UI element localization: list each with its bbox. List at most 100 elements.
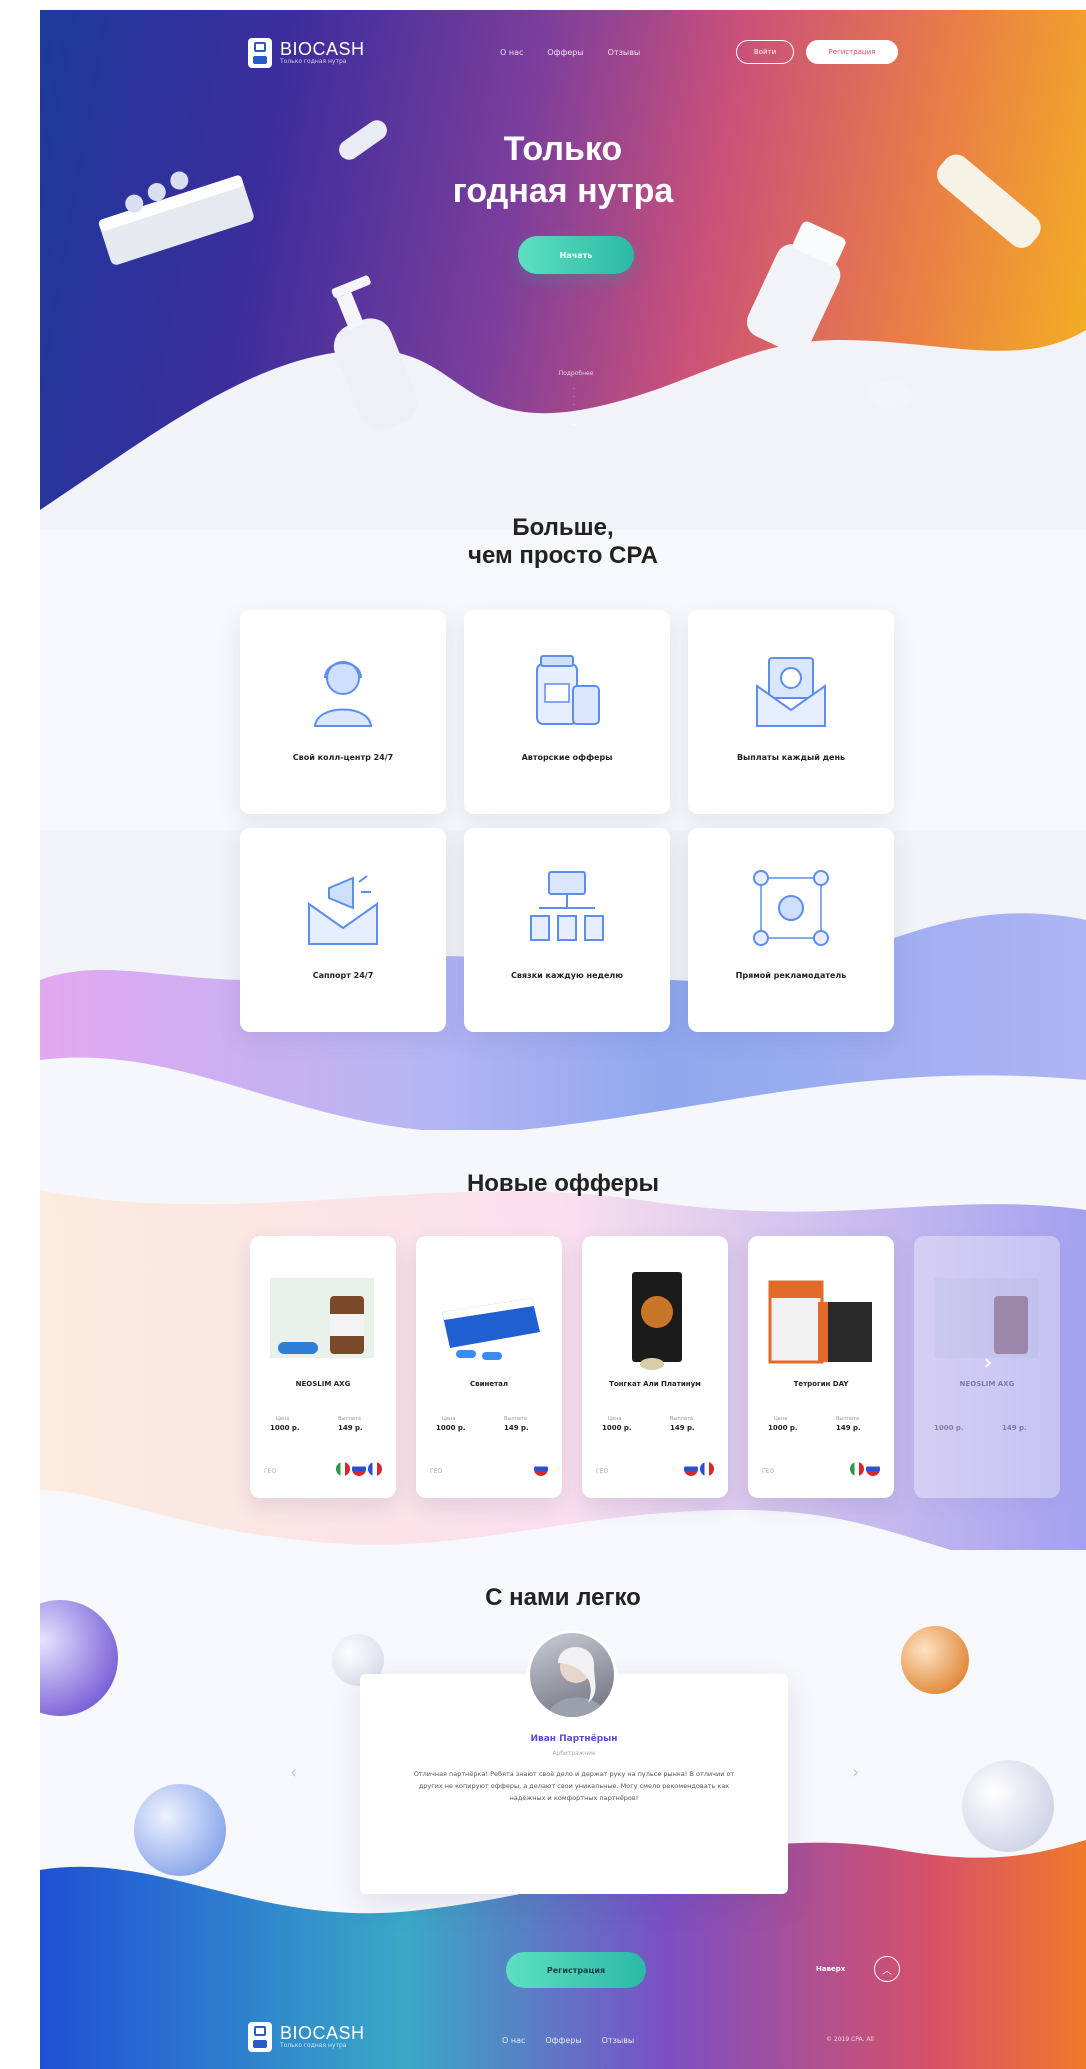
chevron-left-icon[interactable]: ‹ — [290, 1762, 297, 1783]
pill-tablet-image — [868, 381, 912, 409]
wallet-icon — [248, 38, 272, 68]
pill-bottle-image — [746, 221, 846, 354]
copyright: © 2019 CPA. All — [826, 2036, 874, 2043]
brand-name: BIOCASH — [280, 2023, 365, 2043]
footer-logo[interactable]: BIOCASH Только годная нутра — [248, 2022, 365, 2052]
feature-label: Выплаты каждый день — [736, 753, 846, 762]
france-flag-icon — [368, 1462, 382, 1476]
italy-flag-icon — [336, 1462, 350, 1476]
megaphone-envelope-icon — [308, 875, 378, 945]
footer-register-button[interactable]: Регистрация — [506, 1952, 646, 1988]
offer-name: Тетрогин DAY — [793, 1380, 849, 1388]
sphere-decoration — [901, 1626, 969, 1694]
brand-tagline: Только годная нутра — [280, 58, 347, 65]
feature-label: Саппорт 24/7 — [312, 971, 374, 980]
brand-name: BIOCASH — [280, 39, 365, 59]
reviewer-role: Арбитражник — [552, 1750, 596, 1757]
money-envelope-icon — [756, 657, 826, 727]
feature-label: Прямой рекламодатель — [735, 971, 847, 980]
user-avatar-image — [548, 1646, 606, 1717]
offer-card[interactable]: Тетрогин DAY Цена 1000 р. Выплата 149 р.… — [748, 1236, 894, 1498]
payout-value: 149 р. — [338, 1424, 363, 1432]
feature-label: Авторские офферы — [521, 753, 613, 762]
payout-value: 149 р. — [670, 1424, 695, 1432]
testimonials-title: С нами легко — [485, 1584, 641, 1611]
russia-flag-icon — [534, 1462, 548, 1476]
price-label: Цена — [276, 1416, 290, 1422]
dispenser-bottle-image — [331, 275, 418, 430]
offer-name: Тонгкат Али Платинум — [609, 1380, 701, 1388]
capsule-image — [339, 120, 387, 160]
payout-value: 149 р. — [1002, 1424, 1027, 1432]
offer-name: NEOSLIM AXG — [959, 1380, 1015, 1388]
price-value: 1000 р. — [768, 1424, 798, 1432]
footer-link-reviews[interactable]: Отзывы — [602, 2036, 635, 2045]
features-title-line2: чем просто CPA — [468, 542, 658, 569]
geo-label: ГЕО — [430, 1468, 443, 1475]
feature-card-own-offers: Авторские офферы — [464, 610, 670, 814]
footer-links: О нас Офферы Отзывы — [502, 2036, 634, 2045]
auth-buttons: Войти Регистрация — [736, 40, 898, 64]
feature-card-direct-advertiser: Прямой рекламодатель — [688, 828, 894, 1032]
chevron-right-icon[interactable]: › — [852, 1762, 859, 1783]
offer-name: Свинетал — [470, 1380, 508, 1388]
price-label: Цена — [774, 1416, 788, 1422]
geo-label: ГЕО — [762, 1468, 775, 1475]
register-button[interactable]: Регистрация — [806, 40, 898, 64]
cream-tube-image — [937, 154, 1041, 248]
feature-card-support: Саппорт 24/7 — [240, 828, 446, 1032]
geo-label: ГЕО — [264, 1468, 277, 1475]
offer-card[interactable]: Свинетал Цена 1000 р. Выплата 149 р. ГЕО — [416, 1236, 562, 1498]
offer-product-image — [270, 1278, 374, 1358]
offer-card[interactable]: Тонгкат Али Платинум Цена 1000 р. Выплат… — [582, 1236, 728, 1498]
chevron-down-icon[interactable]: ⌄ — [570, 418, 578, 429]
payout-value: 149 р. — [836, 1424, 861, 1432]
russia-flag-icon — [352, 1462, 366, 1476]
france-flag-icon — [700, 1462, 714, 1476]
chevron-right-icon[interactable]: › — [984, 1350, 992, 1374]
payout-value: 149 р. — [504, 1424, 529, 1432]
footer-link-about[interactable]: О нас — [502, 2036, 525, 2045]
nav-link-offers[interactable]: Офферы — [547, 48, 583, 57]
back-to-top-label[interactable]: Наверх — [816, 1965, 845, 1973]
offers-title: Новые офферы — [466, 1170, 660, 1197]
arrow-up-icon[interactable]: ︿ — [874, 1956, 900, 1982]
features-title: Больше, чем просто CPA — [40, 514, 1086, 570]
offer-name: NEOSLIM AXG — [295, 1380, 351, 1388]
nav-link-about[interactable]: О нас — [500, 48, 523, 57]
payout-label: Выплата — [338, 1416, 361, 1422]
offer-product-image — [632, 1272, 682, 1370]
feature-card-daily-payouts: Выплаты каждый день — [688, 610, 894, 814]
price-value: 1000 р. — [602, 1424, 632, 1432]
sphere-decoration — [962, 1760, 1054, 1852]
price-value: 1000 р. — [436, 1424, 466, 1432]
feature-label: Свой колл-центр 24/7 — [292, 753, 394, 762]
brand-tagline: Только годная нутра — [280, 2042, 347, 2049]
hero-title: Только годная нутра — [390, 128, 736, 212]
payout-label: Выплата — [670, 1416, 693, 1422]
brand-logo[interactable]: BIOCASH Только годная нутра — [248, 38, 365, 68]
reviewer-name: Иван Партнёрын — [530, 1734, 618, 1744]
features-title-line1: Больше, — [512, 514, 614, 541]
login-button[interactable]: Войти — [736, 40, 794, 64]
sphere-decoration — [134, 1784, 226, 1876]
nav-link-reviews[interactable]: Отзывы — [608, 48, 641, 57]
footer-link-offers[interactable]: Офферы — [545, 2036, 581, 2045]
network-icon — [753, 870, 829, 946]
operator-icon — [313, 661, 373, 727]
nav-links: О нас Офферы Отзывы — [500, 48, 640, 57]
offer-card[interactable]: NEOSLIM AXG Цена 1000 р. Выплата 149 р. … — [250, 1236, 396, 1498]
price-label: Цена — [442, 1416, 456, 1422]
review-text: Отличная партнёрка! Ребята знают своё де… — [413, 1770, 735, 1802]
payout-label: Выплата — [504, 1416, 527, 1422]
hero-title-line2: годная нутра — [452, 172, 674, 210]
russia-flag-icon — [684, 1462, 698, 1476]
blister-pack-image — [98, 171, 254, 265]
price-value: 1000 р. — [270, 1424, 300, 1432]
italy-flag-icon — [850, 1462, 864, 1476]
start-button[interactable]: Начать — [518, 236, 634, 274]
more-link[interactable]: Подробнее — [528, 370, 624, 377]
feature-card-call-center: Свой колл-центр 24/7 — [240, 610, 446, 814]
wallet-icon — [248, 2022, 272, 2052]
offer-product-image — [442, 1298, 540, 1360]
